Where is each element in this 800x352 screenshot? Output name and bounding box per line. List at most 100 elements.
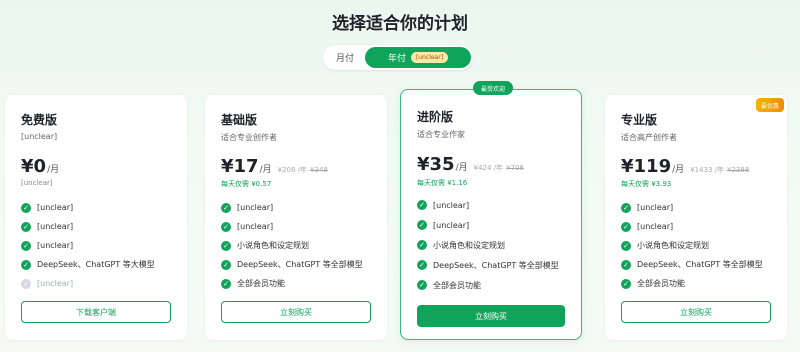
plan-price: ¥35	[417, 154, 455, 175]
feature-text: [unclear]	[37, 222, 74, 231]
daily-price-note: 每天仅需 ¥0.57	[221, 180, 272, 188]
plan-name: 专业版	[621, 113, 658, 127]
toggle-yearly[interactable]: 年付 [unclear]	[365, 47, 471, 68]
feature-text: 全部会员功能	[433, 280, 481, 290]
feature-text: 全部会员功能	[637, 279, 685, 288]
feature-item: ✓ [unclear]	[21, 236, 177, 255]
feature-item: ✓ DeepSeek、ChatGPT 等全部模型	[621, 255, 777, 274]
plan-price: ¥119	[621, 156, 672, 177]
page-title: 选择适合你的计划	[332, 14, 468, 34]
feature-item: ✓ [unclear]	[21, 198, 177, 217]
price-period: /月	[455, 163, 468, 173]
yearly-price: ¥424 /年	[473, 164, 504, 172]
feature-item: ✓ 小说角色和设定规划	[221, 236, 377, 255]
check-icon: ✓	[221, 221, 231, 232]
feature-text: 小说角色和设定规划	[237, 241, 309, 250]
plan-desc: [unclear]	[21, 132, 58, 141]
plan-price: ¥0	[21, 156, 47, 177]
buy-now-button[interactable]: 立刻购买	[221, 301, 371, 323]
daily-price-note: 每天仅需 ¥3.93	[621, 180, 672, 188]
check-icon: ✓	[417, 240, 427, 250]
toggle-yearly-label: 年付	[387, 54, 406, 64]
check-icon: ✓	[621, 221, 631, 232]
feature-item: ✓ 小说角色和设定规划	[621, 236, 777, 255]
feature-list: ✓ [unclear] ✓ [unclear] ✓ 小说角色和设定规划 ✓ DeepSe…	[221, 198, 377, 293]
check-icon: ✓	[621, 240, 631, 251]
buy-now-button[interactable]: 立刻购买	[417, 305, 565, 327]
feature-text: DeepSeek、ChatGPT 等全部模型	[433, 260, 559, 270]
feature-text: [unclear]	[37, 279, 74, 288]
plan-price: ¥17	[221, 156, 259, 177]
original-price: ¥708	[506, 164, 524, 172]
feature-list: ✓ [unclear] ✓ [unclear] ✓ 小说角色和设定规划 ✓ DeepSe…	[417, 195, 571, 295]
billing-toggle[interactable]: 月付 年付 [unclear]	[323, 45, 473, 70]
check-icon: ✓	[621, 202, 631, 213]
check-icon: ✓	[21, 202, 31, 213]
plan-name: 免费版	[21, 113, 58, 127]
plan-desc: 适合专业作家	[417, 130, 465, 139]
feature-text: [unclear]	[237, 222, 274, 231]
feature-list: ✓ [unclear] ✓ [unclear] ✓ [unclear] ✓ DeepSe…	[21, 198, 177, 293]
plan-card-advanced: 最受欢迎 进阶版 适合专业作家 ¥35 /月 ¥424 /年 ¥708 每天仅需…	[400, 81, 582, 340]
price-period: /月	[259, 165, 272, 175]
download-client-button[interactable]: 下载客户端	[21, 301, 171, 323]
feature-item: ✓ 小说角色和设定规划	[417, 235, 571, 255]
plan-name: 基础版	[221, 113, 258, 127]
check-icon: ✓	[417, 220, 427, 230]
plan-card-basic: 基础版 适合专业创作者 ¥17 /月 ¥208 /年 ¥348 每天仅需 ¥0.…	[205, 95, 387, 340]
feature-item: ✓ [unclear]	[417, 195, 571, 215]
check-icon: ✓	[21, 240, 31, 251]
feature-item: ✓ 全部会员功能	[417, 275, 571, 295]
check-icon: ✓	[221, 278, 231, 289]
check-icon: ✓	[621, 278, 631, 289]
disabled-check-icon: ✓	[21, 278, 31, 289]
check-icon: ✓	[417, 280, 427, 290]
feature-text: DeepSeek、ChatGPT 等大模型	[37, 260, 155, 269]
yearly-discount-badge: [unclear]	[410, 52, 449, 63]
daily-price-note: 每天仅需 ¥1.16	[417, 179, 468, 187]
plan-desc: 适合高产创作者	[621, 133, 677, 142]
price-row: ¥0 /月	[21, 156, 59, 177]
yearly-price: ¥208 /年	[277, 166, 308, 174]
price-period: /月	[47, 165, 60, 175]
feature-text: 全部会员功能	[237, 279, 285, 288]
feature-text: [unclear]	[433, 200, 470, 210]
check-icon: ✓	[221, 240, 231, 251]
feature-text: 小说角色和设定规划	[637, 241, 709, 250]
check-icon: ✓	[221, 202, 231, 213]
feature-item: ✓ DeepSeek、ChatGPT 等全部模型	[417, 255, 571, 275]
price-row: ¥119 /月 ¥1433 /年 ¥2388	[621, 156, 749, 177]
feature-text: [unclear]	[637, 203, 674, 212]
feature-text: [unclear]	[37, 241, 74, 250]
feature-text: [unclear]	[433, 220, 470, 230]
check-icon: ✓	[417, 260, 427, 270]
feature-text: 小说角色和设定规划	[433, 240, 505, 250]
feature-item: ✓ [unclear]	[21, 217, 177, 236]
toggle-monthly[interactable]: 月付	[325, 47, 365, 68]
plan-card-pro: 最优惠 专业版 适合高产创作者 ¥119 /月 ¥1433 /年 ¥2388 每…	[605, 95, 787, 340]
feature-item: ✓ [unclear]	[221, 198, 377, 217]
plan-desc: 适合专业创作者	[221, 133, 277, 142]
feature-item: ✓ DeepSeek、ChatGPT 等全部模型	[221, 255, 377, 274]
feature-item: ✓ [unclear]	[417, 215, 571, 235]
original-price: ¥348	[310, 166, 328, 174]
plan-note: [unclear]	[21, 179, 53, 187]
feature-text: [unclear]	[637, 222, 674, 231]
check-icon: ✓	[21, 259, 31, 270]
check-icon: ✓	[621, 259, 631, 270]
original-price: ¥2388	[727, 166, 750, 174]
plan-card-free: 免费版 [unclear] ¥0 /月 [unclear] ✓ [unclear]…	[5, 95, 187, 340]
feature-list: ✓ [unclear] ✓ [unclear] ✓ 小说角色和设定规划 ✓ DeepSe…	[621, 198, 777, 293]
price-row: ¥17 /月 ¥208 /年 ¥348	[221, 156, 328, 177]
feature-text: [unclear]	[37, 203, 74, 212]
best-value-badge: 最优惠	[755, 98, 784, 112]
feature-text: DeepSeek、ChatGPT 等全部模型	[237, 260, 363, 269]
feature-item: ✓ 全部会员功能	[221, 274, 377, 293]
feature-item: ✓ [unclear]	[621, 198, 777, 217]
feature-item: ✓ [unclear]	[221, 217, 377, 236]
feature-item: ✓ DeepSeek、ChatGPT 等大模型	[21, 255, 177, 274]
feature-item: ✓ 全部会员功能	[621, 274, 777, 293]
buy-now-button[interactable]: 立刻购买	[621, 301, 771, 323]
feature-item-disabled: ✓ [unclear]	[21, 274, 177, 293]
check-icon: ✓	[417, 200, 427, 210]
